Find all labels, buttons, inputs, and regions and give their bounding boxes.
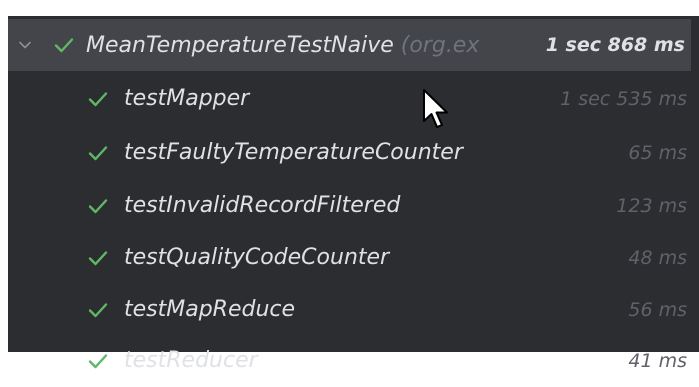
test-suite-package: (org.ex bbox=[400, 32, 480, 58]
test-suite-row[interactable]: MeanTemperatureTestNaive (org.ex 1 sec 8… bbox=[8, 19, 691, 71]
test-suite-title: MeanTemperatureTestNaive (org.ex bbox=[86, 19, 542, 71]
check-passed-icon bbox=[88, 198, 108, 213]
check-passed-icon bbox=[88, 145, 108, 160]
test-duration: 41 ms bbox=[628, 349, 687, 372]
test-name: testInvalidRecordFiltered bbox=[124, 193, 401, 218]
chevron-down-icon[interactable] bbox=[18, 38, 32, 52]
test-name: testQualityCodeCounter bbox=[124, 245, 390, 270]
test-row[interactable]: testQualityCodeCounter 48 ms bbox=[8, 231, 691, 284]
test-duration: 1 sec 535 ms bbox=[560, 87, 687, 110]
test-duration: 65 ms bbox=[628, 141, 687, 164]
test-name: testFaultyTemperatureCounter bbox=[124, 140, 463, 165]
test-results-panel: MeanTemperatureTestNaive (org.ex 1 sec 8… bbox=[0, 0, 699, 373]
test-row[interactable]: testMapReduce 56 ms bbox=[8, 283, 691, 336]
check-passed-icon bbox=[88, 353, 108, 368]
test-duration: 56 ms bbox=[628, 298, 687, 321]
check-passed-icon bbox=[54, 38, 74, 53]
mouse-pointer-icon bbox=[423, 89, 448, 128]
test-tree: MeanTemperatureTestNaive (org.ex 1 sec 8… bbox=[8, 16, 699, 373]
test-duration: 48 ms bbox=[628, 246, 687, 269]
check-passed-icon bbox=[88, 91, 108, 106]
test-suite-duration: 1 sec 868 ms bbox=[545, 34, 685, 56]
test-name: testMapReduce bbox=[124, 297, 296, 322]
check-passed-icon bbox=[88, 302, 108, 317]
test-suite-name: MeanTemperatureTestNaive bbox=[86, 32, 394, 58]
test-row[interactable]: testFaultyTemperatureCounter 65 ms bbox=[8, 126, 691, 179]
test-name: testMapper bbox=[124, 86, 250, 111]
test-row[interactable]: testInvalidRecordFiltered 123 ms bbox=[8, 179, 691, 232]
check-passed-icon bbox=[88, 250, 108, 265]
test-row[interactable]: testReducer 41 ms bbox=[8, 334, 691, 387]
test-row[interactable]: testMapper 1 sec 535 ms bbox=[8, 72, 691, 125]
test-duration: 123 ms bbox=[616, 194, 687, 217]
